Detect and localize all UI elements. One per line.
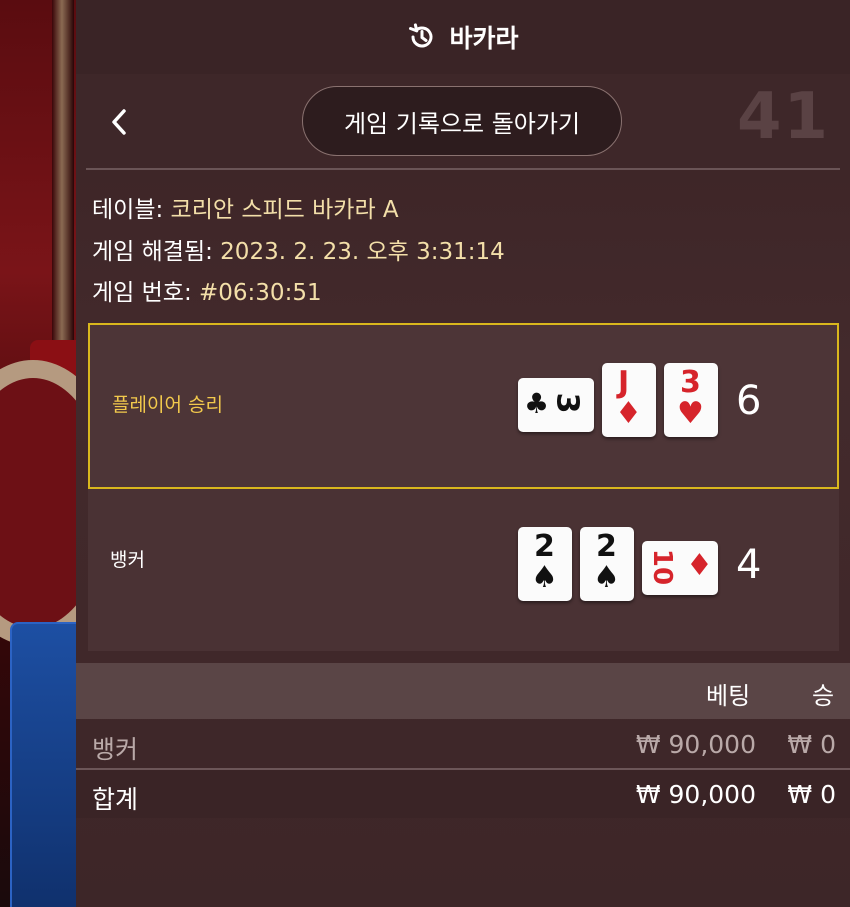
total-bet-amount: ₩ 90,000 [635, 780, 756, 809]
win-amount: ₩ 0 [787, 730, 836, 759]
table-row: 뱅커 ₩ 90,000 ₩ 0 [76, 720, 850, 770]
side-panel [10, 622, 76, 907]
game-number-info: 게임 번호: #06:30:51 [92, 273, 322, 307]
suit-diamond-icon: ♦ [615, 396, 642, 431]
playing-card: 10 ♦ [642, 541, 718, 595]
game-history-panel: 바카라 41 게임 기록으로 돌아가기 테이블: 코리안 스피드 바카라 A 게… [76, 0, 850, 907]
card-rank: 2 [596, 529, 617, 564]
card-rank: J [618, 365, 630, 400]
player-score: 6 [736, 378, 762, 424]
page-title: 바카라 [449, 24, 519, 53]
bet-column-header: 베팅 [706, 682, 751, 710]
title-bar: 바카라 [76, 0, 850, 74]
table-value: 코리안 스피드 바카라 A [170, 197, 399, 223]
divider [86, 168, 840, 170]
table-rim [0, 360, 76, 646]
resolved-value: 2023. 2. 23. 오후 3:31:14 [220, 239, 505, 265]
history-icon [409, 23, 433, 48]
resolved-label: 게임 해결됨: [92, 239, 221, 265]
table-info: 테이블: 코리안 스피드 바카라 A [92, 190, 399, 224]
suit-spade-icon: ♠ [531, 560, 558, 595]
bet-type-label: 뱅커 [92, 735, 139, 764]
playing-card: ♣ 3 [518, 378, 594, 432]
suit-diamond-icon: ♦ [686, 548, 713, 583]
game-number-value: #06:30:51 [199, 280, 322, 306]
casino-backdrop [0, 0, 76, 907]
card-rank: 2 [534, 529, 555, 564]
bet-amount: ₩ 90,000 [635, 730, 756, 759]
table-row: 합계 ₩ 90,000 ₩ 0 [76, 770, 850, 818]
card-rank: 3 [680, 365, 701, 400]
total-label: 합계 [92, 785, 139, 814]
playing-card: J ♦ [602, 363, 656, 437]
banker-result-row: 뱅커 2 ♠ 2 ♠ 10 ♦ 4 [88, 489, 839, 651]
suit-heart-icon: ♥ [677, 396, 704, 431]
banker-label: 뱅커 [110, 549, 145, 571]
player-win-label: 플레이어 승리 [112, 394, 223, 416]
banker-score: 4 [736, 542, 762, 588]
game-number-label: 게임 번호: [92, 280, 200, 306]
suit-club-icon: ♣ [524, 387, 550, 420]
chevron-left-icon[interactable] [104, 104, 134, 140]
resolved-info: 게임 해결됨: 2023. 2. 23. 오후 3:31:14 [92, 232, 505, 266]
win-column-header: 승 [812, 682, 835, 710]
playing-card: 2 ♠ [580, 527, 634, 601]
nav-row: 41 게임 기록으로 돌아가기 [76, 74, 850, 170]
card-rank: 10 [647, 548, 678, 586]
table-label: 테이블: [92, 197, 171, 223]
bet-table-header: 베팅 승 [76, 663, 850, 719]
card-rank: 3 [549, 392, 585, 414]
back-to-history-button[interactable]: 게임 기록으로 돌아가기 [302, 86, 622, 156]
background-number: 41 [736, 80, 830, 154]
playing-card: 2 ♠ [518, 527, 572, 601]
player-result-row: 플레이어 승리 ♣ 3 J ♦ 3 ♥ 6 [88, 323, 839, 489]
playing-card: 3 ♥ [664, 363, 718, 437]
total-win-amount: ₩ 0 [787, 780, 836, 809]
suit-spade-icon: ♠ [593, 560, 620, 595]
